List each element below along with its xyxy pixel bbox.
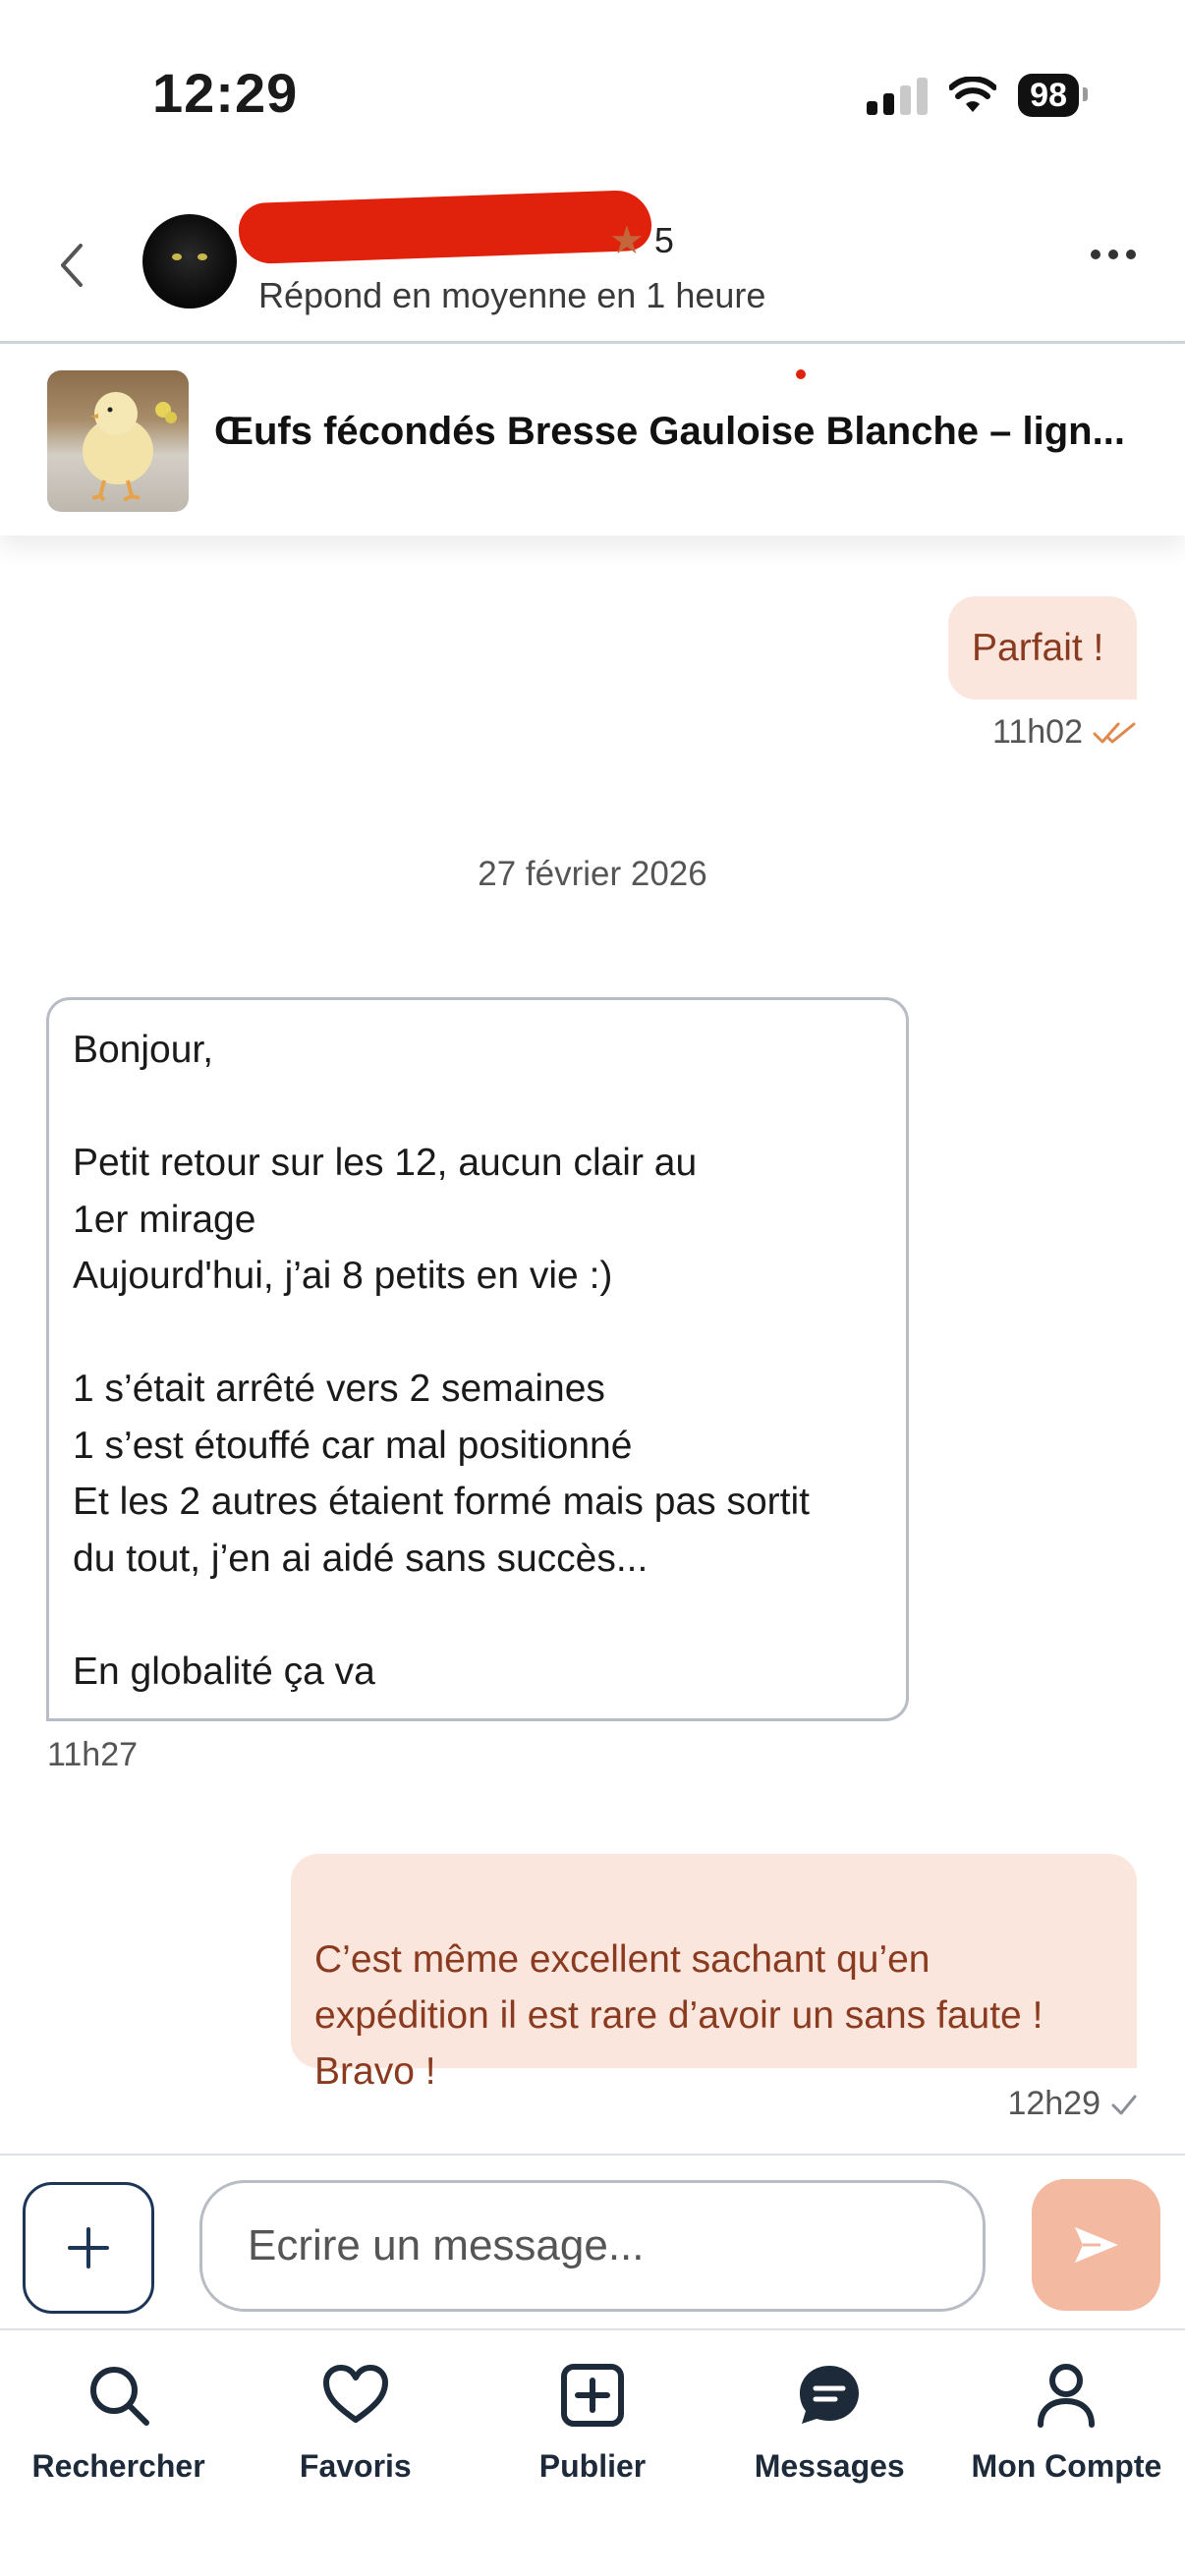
rating-value: 5 bbox=[653, 220, 674, 260]
back-button[interactable] bbox=[47, 236, 96, 295]
nav-label: Messages bbox=[754, 2448, 905, 2484]
battery-icon: 98 bbox=[1018, 74, 1088, 117]
plus-icon bbox=[68, 2227, 109, 2268]
message-bubble-outgoing: C’est même excellent sachant qu’en expéd… bbox=[291, 1854, 1137, 2093]
nav-label: Rechercher bbox=[31, 2448, 205, 2484]
redaction-mark bbox=[238, 189, 652, 265]
message-text: Parfait ! bbox=[972, 627, 1104, 669]
attach-button[interactable] bbox=[23, 2182, 154, 2314]
message-input[interactable] bbox=[199, 2180, 986, 2312]
notification-dot bbox=[796, 369, 806, 379]
wifi-icon bbox=[949, 77, 997, 112]
listing-thumbnail bbox=[47, 370, 189, 512]
chevron-left-icon bbox=[61, 244, 83, 287]
message-timestamp: 11h27 bbox=[47, 1736, 139, 1773]
nav-item-favorites[interactable]: Favoris bbox=[237, 2330, 474, 2576]
bottom-navigation: Rechercher Favoris Publier Messages Mon … bbox=[0, 2330, 1185, 2576]
response-time: Répond en moyenne en 1 heure bbox=[258, 275, 766, 315]
more-options-button[interactable] bbox=[1091, 250, 1136, 259]
nav-label: Favoris bbox=[299, 2448, 412, 2484]
nav-item-search[interactable]: Rechercher bbox=[0, 2330, 237, 2576]
message-composer bbox=[0, 2154, 1185, 2330]
message-time: 12h29 bbox=[1007, 2085, 1138, 2123]
nav-item-publish[interactable]: Publier bbox=[474, 2330, 710, 2576]
star-icon: ★ bbox=[609, 219, 645, 262]
avatar[interactable] bbox=[142, 214, 237, 308]
message-timestamp: 12h29 bbox=[1007, 2085, 1100, 2122]
double-check-icon bbox=[1093, 722, 1136, 743]
message-text: C’est même excellent sachant qu’en expéd… bbox=[314, 1938, 1044, 2093]
chat-bubble-icon bbox=[790, 2356, 869, 2435]
message-bubble-outgoing: Parfait ! bbox=[948, 596, 1137, 700]
message-time: 11h27 bbox=[47, 1736, 138, 1774]
heart-icon bbox=[316, 2356, 395, 2435]
dot-icon bbox=[1108, 250, 1118, 259]
check-icon bbox=[1111, 2095, 1137, 2114]
message-bubble-incoming: Bonjour, Petit retour sur les 12, aucun … bbox=[46, 997, 909, 1721]
listing-banner[interactable]: Œufs fécondés Bresse Gauloise Blanche – … bbox=[0, 347, 1185, 535]
chat-header: S ★ 5 Répond en moyenne en 1 heure bbox=[0, 187, 1185, 344]
status-icons: 98 bbox=[867, 71, 1088, 120]
cellular-signal-icon bbox=[867, 76, 929, 115]
dot-icon bbox=[1126, 250, 1136, 259]
nav-item-messages[interactable]: Messages bbox=[711, 2330, 948, 2576]
dot-icon bbox=[1091, 250, 1100, 259]
chick-image bbox=[83, 392, 177, 502]
nav-label: Mon Compte bbox=[971, 2448, 1162, 2484]
message-timestamp: 11h02 bbox=[991, 713, 1083, 751]
nav-item-account[interactable]: Mon Compte bbox=[948, 2330, 1185, 2576]
plus-square-icon bbox=[553, 2356, 632, 2435]
nav-label: Publier bbox=[538, 2448, 647, 2484]
status-bar: 12:29 98 bbox=[0, 0, 1185, 187]
message-time: 11h02 bbox=[992, 713, 1138, 752]
send-icon bbox=[1074, 2227, 1118, 2263]
search-icon bbox=[80, 2356, 158, 2435]
send-button[interactable] bbox=[1032, 2179, 1160, 2311]
date-separator: 27 février 2026 bbox=[478, 855, 707, 893]
listing-title[interactable]: Œufs fécondés Bresse Gauloise Blanche – … bbox=[214, 410, 1128, 454]
user-rating: ★ 5 bbox=[609, 218, 674, 263]
status-time: 12:29 bbox=[152, 62, 299, 124]
user-icon bbox=[1027, 2356, 1105, 2435]
